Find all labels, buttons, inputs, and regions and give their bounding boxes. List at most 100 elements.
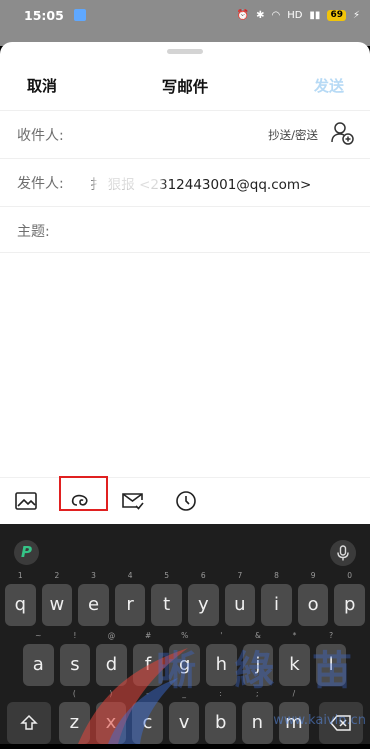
charging-icon: ⚡ <box>352 9 360 21</box>
key-label: c <box>142 712 153 733</box>
backspace-icon <box>330 715 351 731</box>
key-label: f <box>144 654 152 675</box>
key-z[interactable]: (z <box>59 689 90 744</box>
key-hint: 8 <box>274 571 279 580</box>
key-hint: # <box>144 631 152 640</box>
sheet-grabber[interactable] <box>167 49 203 54</box>
key-hint: * <box>292 631 297 640</box>
status-time: 15:05 <box>24 7 64 23</box>
key-i[interactable]: 8i <box>261 571 292 626</box>
key-m[interactable]: / m <box>278 689 310 744</box>
key-a[interactable]: ~ a <box>23 631 54 686</box>
key-l[interactable]: ? l <box>315 631 347 686</box>
key-e[interactable]: 3e <box>78 571 109 626</box>
attachment-toolbar <box>0 477 370 524</box>
key-b[interactable]: :b <box>205 689 236 744</box>
key-label: r <box>126 594 134 615</box>
key-label: d <box>105 654 118 675</box>
microphone-icon[interactable] <box>330 540 356 566</box>
key-hint: % <box>181 631 189 640</box>
key-hint: 7 <box>237 571 243 580</box>
subject-label: 主题: <box>17 224 50 240</box>
mail-body-input[interactable] <box>0 252 370 478</box>
status-bar: 15:05 ⏰ ✱ ◠ HD ▮▮ 69 ⚡ <box>0 0 370 30</box>
key-label: q <box>14 594 27 615</box>
key-hint: 3 <box>91 571 96 580</box>
battery-icon: 69 <box>327 9 346 21</box>
subject-field-row[interactable]: 主题: <box>0 206 370 254</box>
attachment-highlight-box <box>59 476 108 511</box>
send-button[interactable]: 发送 <box>314 75 344 96</box>
to-label: 收件人: <box>17 128 64 144</box>
key-hint: 1 <box>17 571 23 580</box>
key-r[interactable]: 4r <box>114 571 146 626</box>
compose-sheet: 取消 写邮件 发送 收件人: 抄送/密送 发件人: 扌 狠报 <23124430… <box>0 42 370 524</box>
key-label: a <box>32 654 44 675</box>
key-h[interactable]: ' h <box>206 631 237 686</box>
key-hint: ? <box>329 631 334 640</box>
backspace-key[interactable] <box>319 702 363 744</box>
key-label: b <box>214 712 227 733</box>
key-label: j <box>255 654 261 675</box>
shift-key[interactable] <box>7 702 51 744</box>
key-d[interactable]: @ d <box>96 631 127 686</box>
status-icons: ⏰ ✱ ◠ HD ▮▮ 69 ⚡ <box>236 9 360 21</box>
key-hint: & <box>254 631 261 640</box>
key-hint: 4 <box>127 571 133 580</box>
keyboard-logo-icon[interactable]: P <box>14 540 39 565</box>
key-hint: 6 <box>200 571 206 580</box>
key-label: n <box>251 712 263 733</box>
key-g[interactable]: % g <box>169 631 200 686</box>
key-q[interactable]: 1q <box>5 571 36 626</box>
key-label: e <box>87 594 100 615</box>
key-label: w <box>49 594 65 615</box>
key-hint: 2 <box>54 571 60 580</box>
key-label: y <box>197 594 209 615</box>
key-label: s <box>70 654 80 675</box>
key-label: v <box>178 712 190 733</box>
add-contact-icon[interactable] <box>330 121 354 145</box>
key-x[interactable]: ) x <box>95 689 127 744</box>
key-hint: _ <box>182 689 186 698</box>
key-label: i <box>273 594 279 615</box>
key-p[interactable]: 0p <box>334 571 365 626</box>
key-hint: 9 <box>310 571 316 580</box>
key-s[interactable]: ! s <box>59 631 91 686</box>
key-f[interactable]: # f <box>132 631 164 686</box>
key-hint: / <box>292 689 296 698</box>
clock-icon[interactable] <box>174 490 198 512</box>
key-hint: - <box>146 689 149 698</box>
key-hint: ( <box>72 689 76 698</box>
key-w[interactable]: 2w <box>41 571 73 626</box>
cc-bcc-button[interactable]: 抄送/密送 <box>268 127 318 143</box>
image-icon[interactable] <box>14 490 38 512</box>
key-hint: 0 <box>347 571 353 580</box>
key-hint: ! <box>73 631 77 640</box>
to-field-row[interactable]: 收件人: 抄送/密送 <box>0 110 370 158</box>
soft-keyboard: P 1 q 2 w 3 e 4 r 5 t 6 y 7 u 8 i 9 o 0 p ~ a! s @ d # f% g ' h & j * k? l… <box>0 524 370 744</box>
from-field-row[interactable]: 发件人: 扌 狠报 <2312443001@qq.com> <box>0 158 370 206</box>
key-hint: : <box>219 689 222 698</box>
schedule-mail-icon[interactable] <box>121 490 145 512</box>
alarm-icon: ⏰ <box>236 9 250 21</box>
key-label: z <box>69 712 80 733</box>
key-t[interactable]: 5t <box>151 571 182 626</box>
key-hint: ~ <box>35 631 42 640</box>
key-hint: @ <box>107 631 116 640</box>
key-label: m <box>285 712 303 733</box>
key-k[interactable]: * k <box>279 631 310 686</box>
key-v[interactable]: _ v <box>168 689 200 744</box>
key-o[interactable]: 9o <box>297 571 329 626</box>
key-j[interactable]: & j <box>242 631 274 686</box>
key-label: g <box>178 654 191 675</box>
key-n[interactable]: ; n <box>242 689 273 744</box>
key-hint: ' <box>220 631 223 640</box>
key-u[interactable]: 7u <box>224 571 256 626</box>
keyboard-toolbar: P <box>0 524 370 574</box>
compose-header: 取消 写邮件 发送 <box>0 60 370 110</box>
key-c[interactable]: -c <box>132 689 163 744</box>
app-notification-icon <box>73 9 86 21</box>
key-y[interactable]: 6y <box>188 571 219 626</box>
key-label: k <box>289 654 300 675</box>
key-hint: ; <box>256 689 259 698</box>
